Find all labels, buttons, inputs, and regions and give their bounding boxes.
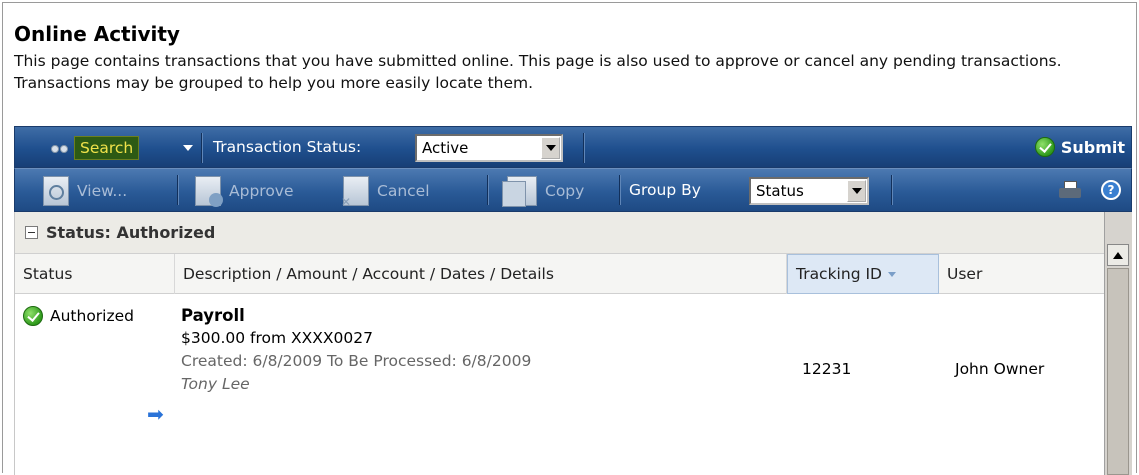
column-header-status[interactable]: Status [15,254,175,294]
search-label: Search [74,136,140,160]
column-header-tracking-id[interactable]: Tracking ID [787,254,939,294]
copy-icon [502,176,537,207]
toolbar-divider [583,133,584,163]
page-description: This page contains transactions that you… [14,52,1062,92]
column-header-description[interactable]: Description / Amount / Account / Dates /… [175,254,787,294]
approve-label: Approve [229,182,294,200]
column-header-row: Status Description / Amount / Account / … [15,254,1105,294]
approve-icon [195,176,223,207]
approve-button[interactable]: Approve [195,175,294,207]
description-cell: Payroll $300.00 from XXXX0027 Created: 6… [181,304,531,396]
column-header-user[interactable]: User [939,254,1105,294]
search-dropdown-icon[interactable] [183,145,193,151]
view-label: View... [77,182,128,200]
transaction-status-select[interactable]: Active [415,134,563,162]
cancel-icon [341,176,369,209]
transaction-status-value: Active [422,139,469,157]
scroll-thumb[interactable] [1107,268,1129,475]
copy-button[interactable]: Copy [502,175,585,207]
toolbar-divider [891,175,892,205]
chevron-down-icon[interactable] [847,180,866,202]
check-icon [23,306,43,326]
status-value: Authorized [50,307,135,325]
transaction-title: Payroll [181,306,245,325]
transaction-details: Tony Lee [181,375,250,393]
toolbar-divider [201,133,202,163]
search-button[interactable]: Search [49,135,143,161]
page-title: Online Activity [14,22,180,46]
scroll-up-icon[interactable] [1107,244,1129,266]
transaction-status-label: Transaction Status: [213,138,362,156]
binoculars-icon [51,142,69,154]
cancel-button[interactable]: Cancel [341,175,430,209]
view-button[interactable]: View... [43,175,127,207]
check-icon [1034,137,1055,157]
group-by-value: Status [756,182,804,200]
cancel-label: Cancel [377,182,430,200]
actions-toolbar: View... Approve Cancel Copy Group By Sta… [14,168,1132,212]
toolbar-divider [619,175,620,205]
vertical-scrollbar[interactable] [1104,212,1132,475]
toolbar-divider [487,175,488,205]
transaction-amount: $300.00 from XXXX0027 [181,329,373,347]
user-cell: John Owner [955,360,1045,378]
sort-descending-icon [887,271,896,277]
submit-label: Submit [1060,137,1125,157]
copy-label: Copy [545,182,585,200]
main-toolbar: Search Transaction Status: Active Submit [14,126,1132,168]
transaction-dates: Created: 6/8/2009 To Be Processed: 6/8/2… [181,352,532,370]
submit-button[interactable]: Submit [1034,137,1125,157]
group-header[interactable]: Status: Authorized [15,212,1105,254]
tracking-id-header-label: Tracking ID [796,265,882,283]
arrow-right-icon[interactable]: ➡ [147,402,164,426]
group-by-label: Group By [629,181,701,199]
group-by-select[interactable]: Status [749,177,869,205]
group-label: Status: Authorized [46,223,216,242]
transactions-grid: Status: Authorized Status Description / … [14,212,1105,475]
printer-icon[interactable] [1059,181,1081,199]
collapse-icon[interactable] [25,226,38,239]
chevron-down-icon[interactable] [541,137,560,159]
toolbar-divider [177,175,178,205]
help-icon[interactable]: ? [1101,180,1121,200]
view-icon [43,176,69,206]
status-cell: Authorized [23,306,134,326]
table-row[interactable]: Authorized ➡ Payroll $300.00 from XXXX00… [15,294,1105,475]
tracking-id-cell: 12231 [802,360,852,378]
